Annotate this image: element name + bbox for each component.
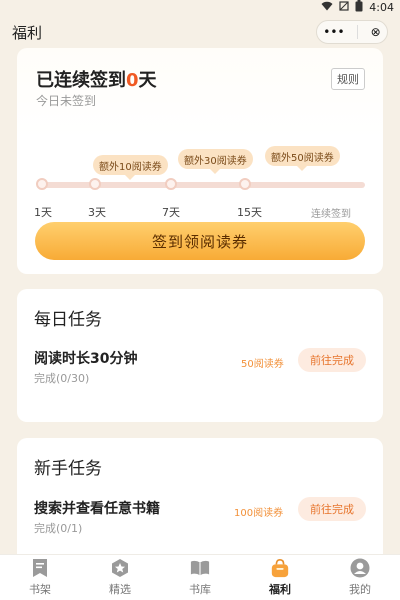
streak-note: 连续签到 [311, 209, 351, 220]
battery-icon [355, 0, 363, 15]
tab-label: 书架 [29, 583, 51, 596]
wifi-icon [321, 1, 333, 14]
more-options-icon[interactable]: ••• [323, 25, 344, 39]
checkin-status: 今日未签到 [36, 94, 97, 108]
milestone-dot-7 [165, 178, 177, 190]
checkin-title-suffix: 天 [138, 70, 157, 91]
checkin-card: 已连续签到0天 今日未签到 规则 额外10阅读券 额外30阅读券 额外50阅读券… [17, 48, 383, 274]
star-hexagon-icon [110, 558, 130, 578]
daily-task-go-button[interactable]: 前往完成 [298, 348, 366, 372]
checkin-button[interactable]: 签到领阅读券 [35, 222, 365, 260]
day-label-1: 1天 [34, 206, 52, 219]
newbie-tasks-title: 新手任务 [34, 459, 102, 479]
newbie-task-progress: 完成(0/1) [34, 522, 83, 535]
tab-bookshelf[interactable]: 书架 [10, 558, 70, 597]
signal-icon [339, 0, 349, 14]
page-title: 福利 [12, 23, 43, 42]
newbie-task-go-button[interactable]: 前往完成 [298, 497, 366, 521]
miniapp-capsule: ••• ⊗ [316, 20, 388, 44]
day-label-7: 7天 [162, 206, 180, 219]
daily-task-name: 阅读时长30分钟 [34, 351, 138, 367]
open-book-icon [190, 558, 210, 578]
status-time: 4:04 [369, 0, 394, 14]
streak-count: 0 [126, 70, 139, 91]
newbie-task-name: 搜索并查看任意书籍 [34, 501, 160, 517]
reward-tag-3-days: 额外10阅读券 [93, 155, 168, 180]
newbie-task-reward: 100阅读券 [234, 508, 284, 519]
gift-bag-icon [270, 558, 290, 578]
tab-label: 福利 [269, 583, 291, 596]
milestone-dot-1 [36, 178, 48, 190]
tab-welfare[interactable]: 福利 [250, 558, 310, 597]
milestone-dot-15 [239, 178, 251, 190]
tab-featured[interactable]: 精选 [90, 558, 150, 597]
day-label-3: 3天 [88, 206, 106, 219]
milestone-dot-3 [89, 178, 101, 190]
checkin-title-prefix: 已连续签到 [36, 70, 126, 91]
daily-task-progress: 完成(0/30) [34, 372, 90, 385]
reward-tag-15-days: 额外50阅读券 [265, 146, 340, 171]
daily-tasks-card: 每日任务 阅读时长30分钟 完成(0/30) 50阅读券 前往完成 [17, 289, 383, 422]
day-label-15: 15天 [237, 206, 262, 219]
capsule-divider [357, 25, 359, 39]
app-header: 福利 ••• ⊗ [0, 16, 400, 48]
tab-mine[interactable]: 我的 [330, 558, 390, 597]
daily-task-reward: 50阅读券 [241, 359, 284, 370]
daily-tasks-title: 每日任务 [34, 310, 102, 330]
checkin-title: 已连续签到0天 [36, 66, 157, 92]
reward-tag-7-days: 额外30阅读券 [178, 149, 253, 174]
tab-label: 精选 [109, 583, 131, 596]
close-icon[interactable]: ⊗ [371, 25, 381, 39]
user-icon [350, 558, 370, 578]
tab-label: 书库 [189, 583, 211, 596]
bookshelf-icon [30, 558, 50, 578]
tab-label: 我的 [349, 583, 371, 596]
bottom-tab-bar: 书架 精选 书库 福利 我的 [0, 554, 400, 600]
status-bar: 4:04 [0, 0, 400, 14]
tab-library[interactable]: 书库 [170, 558, 230, 597]
rules-button[interactable]: 规则 [331, 68, 365, 90]
